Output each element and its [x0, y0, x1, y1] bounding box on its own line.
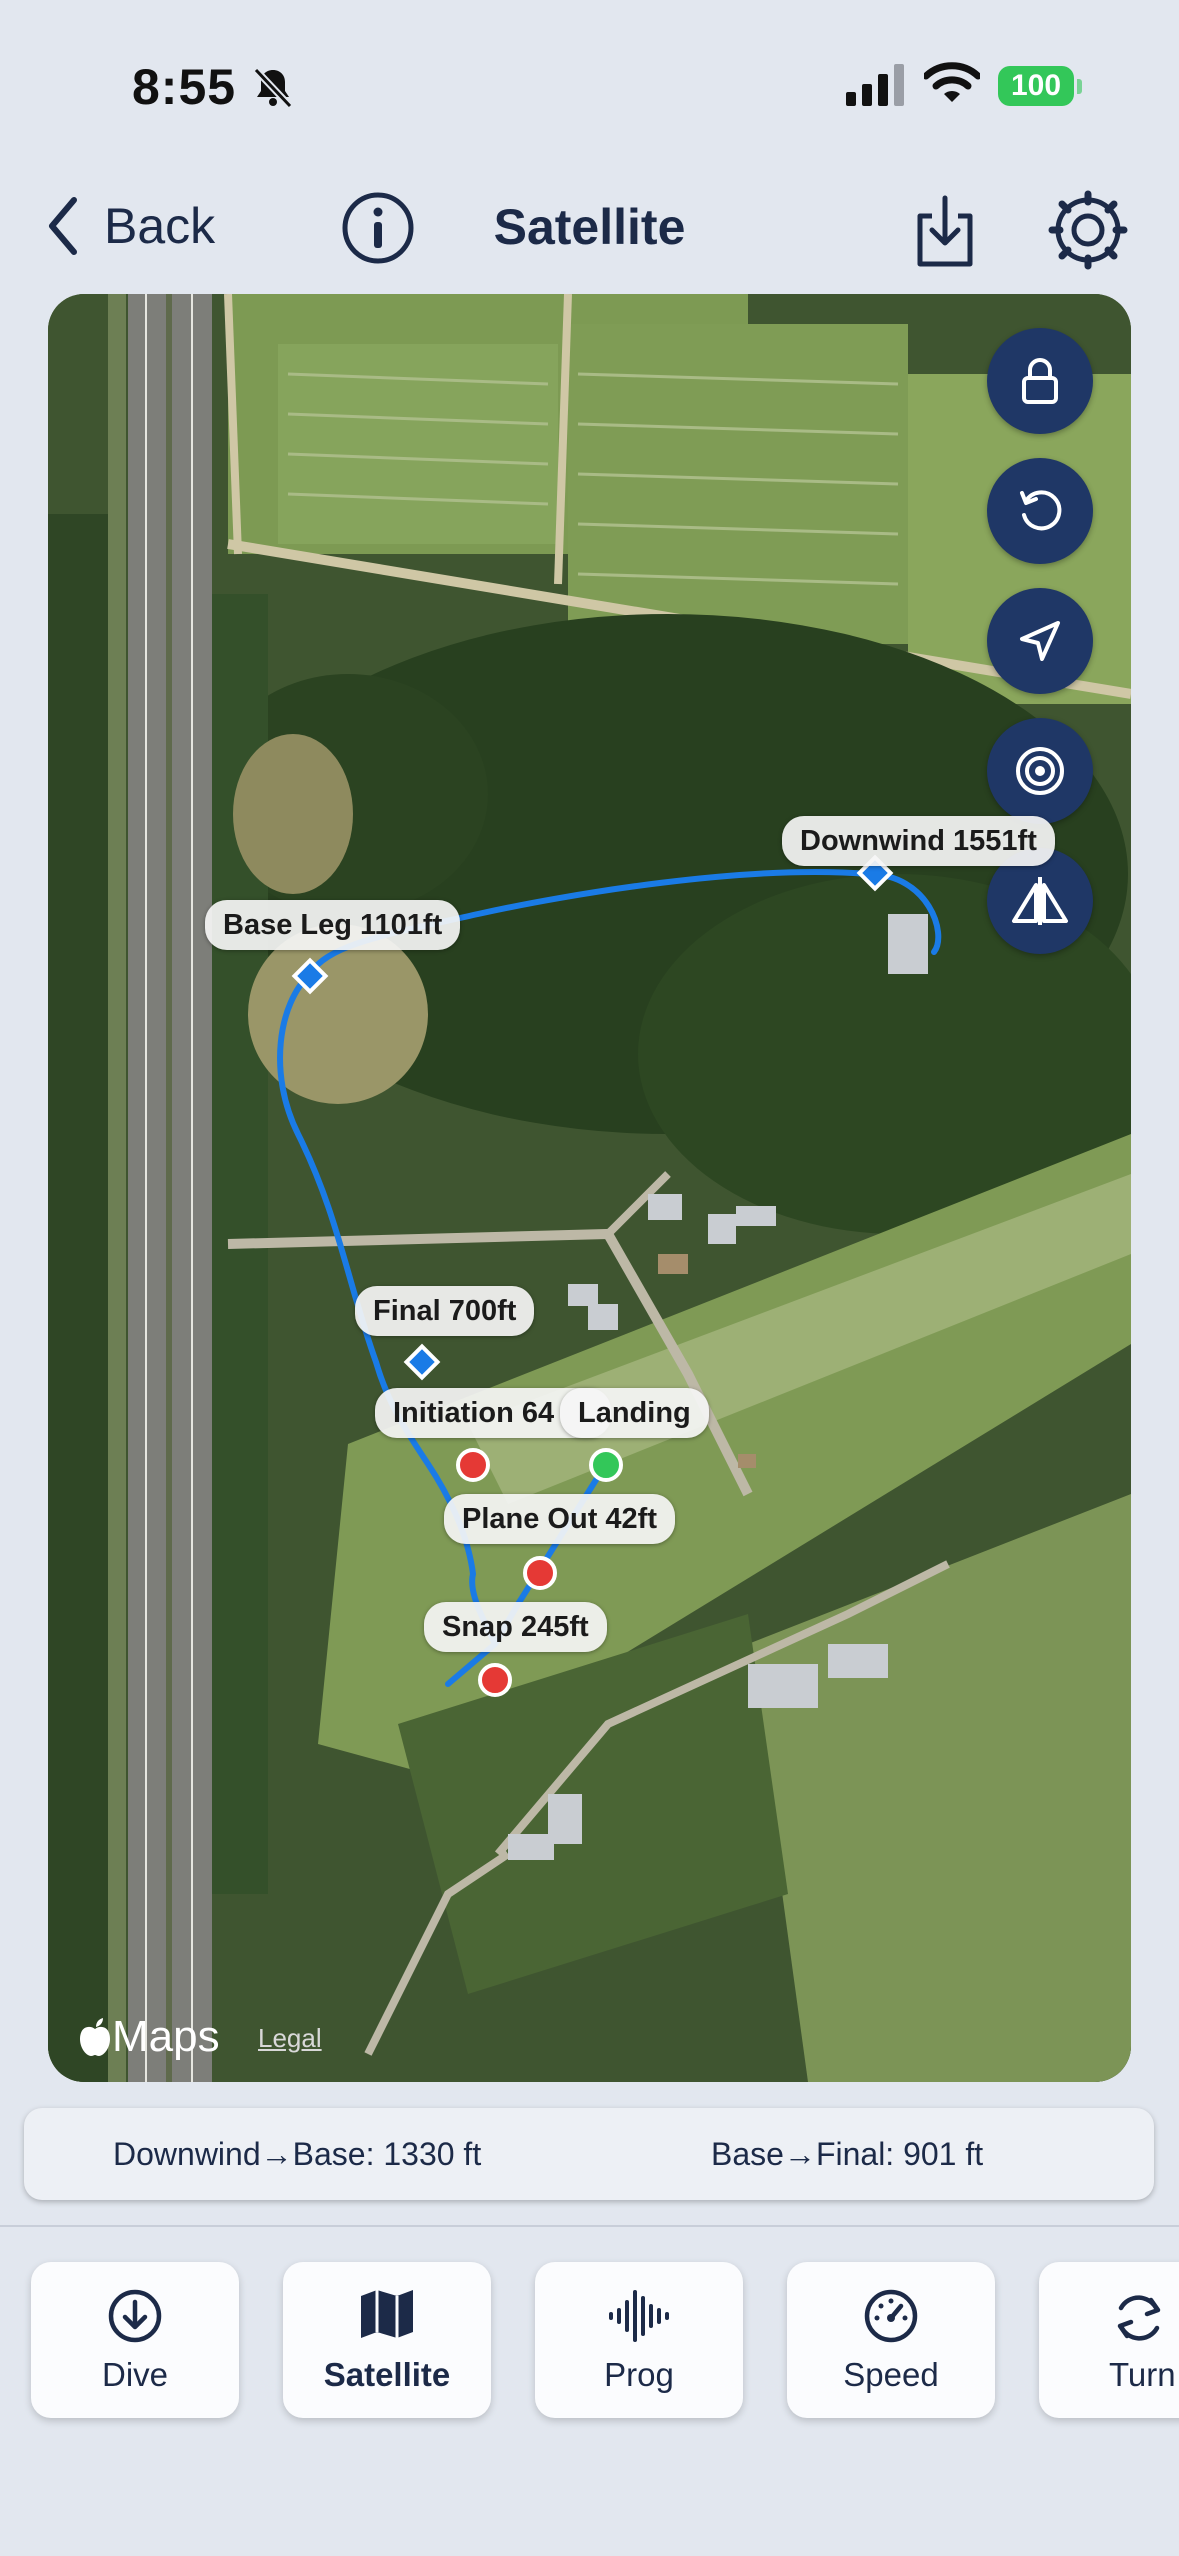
label-final: Final 700ft: [355, 1286, 535, 1336]
label-downwind: Downwind 1551ft: [782, 816, 1055, 866]
satellite-imagery: [48, 294, 1131, 2082]
label-landing: Landing: [560, 1388, 709, 1438]
battery-tip: [1077, 79, 1082, 94]
rotate-icon: [1020, 490, 1062, 531]
locate-button[interactable]: [987, 588, 1093, 694]
tab-prog-label: Prog: [604, 2356, 674, 2393]
maps-attribution: Maps: [112, 2012, 220, 2061]
map-icon: [361, 2290, 413, 2338]
tab-turn[interactable]: Turn: [1039, 2262, 1179, 2418]
rotate-arrows-icon: [1117, 2295, 1161, 2341]
label-plane-out: Plane Out 42ft: [444, 1494, 675, 1544]
divider: [0, 2225, 1179, 2227]
apple-logo-icon: [80, 2018, 110, 2056]
download-icon[interactable]: [910, 194, 980, 270]
rotate-button[interactable]: [987, 458, 1093, 564]
wifi-icon: [924, 62, 980, 102]
cellular-signal-icon: [846, 64, 904, 106]
downwind-to-base-distance: Downwind→Base: 1330 ft: [113, 2136, 482, 2172]
battery-indicator: 100: [998, 66, 1074, 106]
tab-speed-label: Speed: [843, 2356, 939, 2393]
legal-link[interactable]: Legal: [258, 2023, 322, 2054]
lock-button[interactable]: [987, 328, 1093, 434]
distance-summary: Downwind→Base: 1330 ft Base→Final: 901 f…: [24, 2108, 1154, 2200]
compare-icon: [1012, 877, 1068, 925]
tab-speed[interactable]: Speed: [787, 2262, 995, 2418]
bell-slash-icon: [253, 67, 293, 109]
tab-prog[interactable]: Prog: [535, 2262, 743, 2418]
speedometer-icon: [864, 2289, 918, 2343]
apple-maps-logo: Maps: [78, 2012, 220, 2062]
tab-turn-label: Turn: [1109, 2356, 1176, 2393]
gear-icon[interactable]: [1048, 190, 1128, 270]
tab-dive[interactable]: Dive: [31, 2262, 239, 2418]
target-button[interactable]: [987, 718, 1093, 824]
page-title: Satellite: [493, 199, 686, 255]
tab-satellite-label: Satellite: [323, 2356, 451, 2393]
base-to-final-distance: Base→Final: 901 ft: [711, 2136, 984, 2172]
tab-dive-label: Dive: [101, 2356, 169, 2393]
satellite-map[interactable]: Downwind 1551ft Base Leg 1101ft Final 70…: [48, 294, 1131, 2082]
lock-icon: [1022, 358, 1058, 404]
label-snap: Snap 245ft: [424, 1602, 607, 1652]
status-time: 8:55: [132, 59, 237, 115]
arrow-down-circle-icon: [108, 2289, 162, 2343]
target-icon: [1016, 747, 1064, 795]
tab-satellite[interactable]: Satellite: [283, 2262, 491, 2418]
waveform-icon: [609, 2290, 669, 2342]
label-base-leg: Base Leg 1101ft: [205, 900, 461, 950]
location-arrow-icon: [1020, 621, 1060, 661]
